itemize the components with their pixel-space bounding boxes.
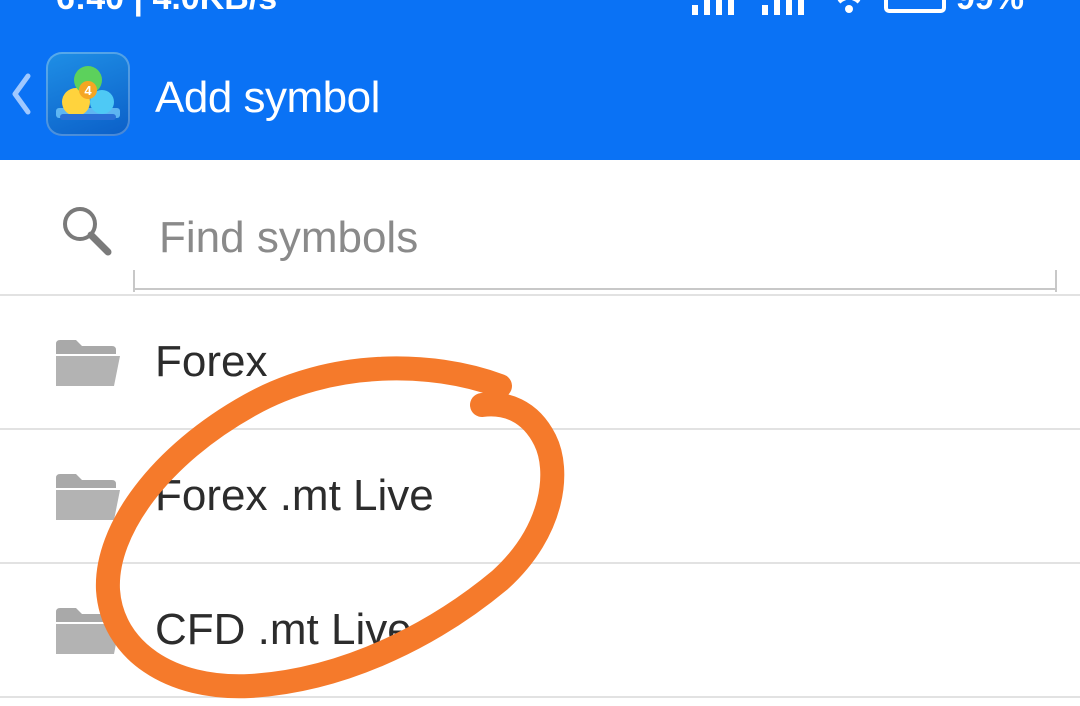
status-bar: 6:40 | 4.0KB/s 99% xyxy=(0,0,1080,18)
folder-label: CFD .mt Live xyxy=(155,605,412,654)
folder-item-forex-mt-live[interactable]: Forex .mt Live xyxy=(0,430,1080,564)
metatrader-4-icon[interactable]: 4 xyxy=(46,52,130,136)
page-title: Add symbol xyxy=(155,73,380,122)
chevron-left-icon[interactable] xyxy=(10,72,32,116)
signal-icon xyxy=(761,0,804,16)
signal-icon xyxy=(692,0,735,16)
folder-label: Forex xyxy=(155,337,268,386)
folder-item-cfd-mt-live[interactable]: CFD .mt Live xyxy=(0,564,1080,698)
folder-item-forex[interactable]: Forex xyxy=(0,296,1080,430)
svg-text:4: 4 xyxy=(84,83,92,98)
battery-icon xyxy=(884,0,947,14)
battery-level: 99% xyxy=(956,0,1024,17)
status-right-group: 99% xyxy=(690,0,1024,18)
status-time-speed: 6:40 | 4.0KB/s xyxy=(56,0,277,18)
folder-icon xyxy=(56,608,120,654)
app-logo-graphic: 4 xyxy=(56,66,120,120)
search-input-underline xyxy=(133,270,1057,292)
wifi-icon xyxy=(837,0,861,14)
folder-icon xyxy=(56,340,120,386)
search-icon xyxy=(63,207,112,256)
app-bar: 6:40 | 4.0KB/s 99% xyxy=(0,0,1080,160)
folder-label: Forex .mt Live xyxy=(155,471,434,520)
folder-icon xyxy=(56,474,120,520)
